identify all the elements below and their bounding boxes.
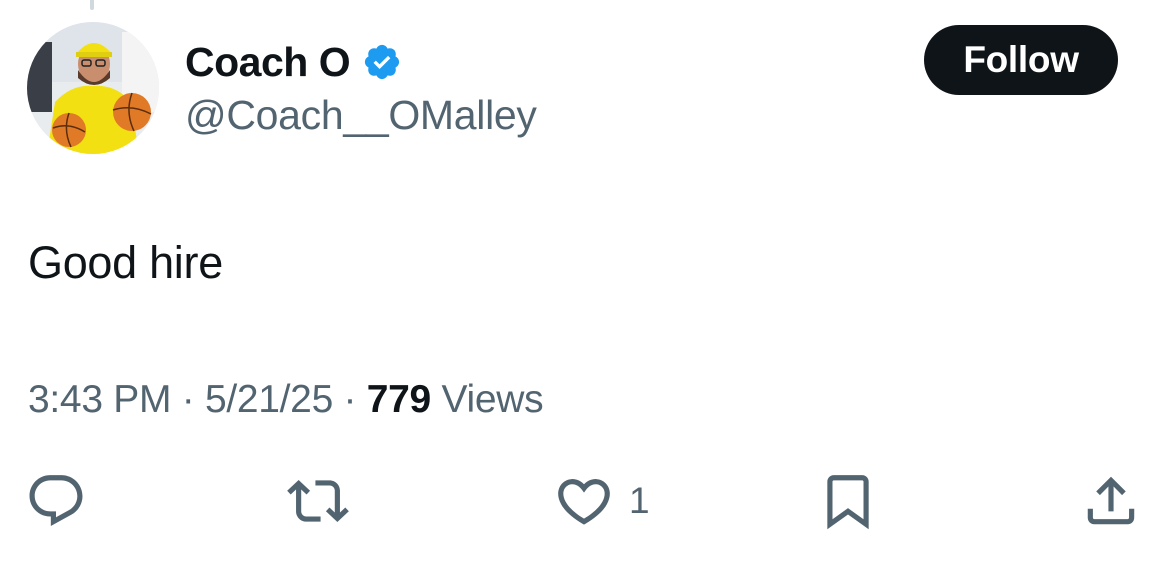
tweet-text: Good hire	[28, 237, 223, 288]
verified-badge-icon[interactable]	[362, 42, 402, 82]
views-count[interactable]: 779	[367, 378, 431, 421]
tweet-date[interactable]: 5/21/25	[205, 378, 333, 421]
reply-icon	[29, 475, 83, 527]
retweet-button[interactable]	[287, 470, 349, 532]
like-button[interactable]: 1	[553, 470, 650, 532]
meta-separator: ·	[181, 378, 195, 421]
heart-icon	[558, 479, 610, 525]
like-count: 1	[629, 480, 650, 521]
tweet-time[interactable]: 3:43 PM	[28, 378, 171, 421]
bookmark-button[interactable]	[817, 470, 879, 532]
author-name-row: Coach O	[185, 38, 402, 86]
tweet-action-bar: 1	[0, 470, 1170, 540]
avatar[interactable]	[27, 22, 159, 154]
author-display-name[interactable]: Coach O	[185, 38, 351, 86]
share-button[interactable]	[1080, 470, 1142, 532]
meta-separator: ·	[343, 378, 357, 421]
author-handle[interactable]: @Coach__OMalley	[185, 91, 537, 139]
views-label[interactable]: Views	[441, 378, 543, 421]
retweet-icon	[287, 480, 349, 522]
tweet-metadata: 3:43 PM · 5/21/25 · 779 Views	[28, 376, 544, 424]
avatar-image	[27, 22, 159, 154]
bookmark-icon	[827, 475, 869, 530]
reply-button[interactable]	[25, 470, 87, 532]
follow-button[interactable]: Follow	[924, 25, 1118, 95]
share-icon	[1087, 476, 1135, 525]
thread-connector-line	[90, 0, 94, 10]
